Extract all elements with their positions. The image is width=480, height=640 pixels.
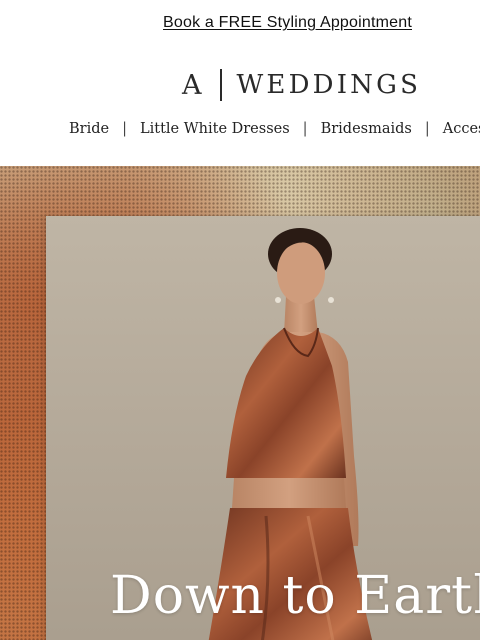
- nav-item-bride[interactable]: Bride: [69, 121, 109, 137]
- nav-separator: |: [302, 121, 308, 137]
- styling-appointment-link[interactable]: Book a FREE Styling Appointment: [163, 14, 412, 32]
- nav-item-accessories[interactable]: Accessories: [443, 121, 480, 137]
- nav-separator: |: [424, 121, 430, 137]
- logo-wordmark: WEDDINGS: [236, 70, 422, 100]
- hero-title: Down to Earth: [110, 566, 480, 626]
- logo-divider: [219, 69, 222, 101]
- email-page: Book a FREE Styling Appointment A WEDDIN…: [0, 0, 480, 640]
- nav-item-bridesmaids[interactable]: Bridesmaids: [321, 121, 412, 137]
- nav-item-little-white-dresses[interactable]: Little White Dresses: [140, 121, 290, 137]
- logo-letter: A: [182, 69, 204, 101]
- category-nav: Bride | Little White Dresses | Bridesmai…: [69, 121, 480, 137]
- hero-banner[interactable]: Down to Earth: [0, 166, 480, 640]
- nav-separator: |: [122, 121, 127, 137]
- brand-logo[interactable]: A WEDDINGS: [182, 66, 421, 104]
